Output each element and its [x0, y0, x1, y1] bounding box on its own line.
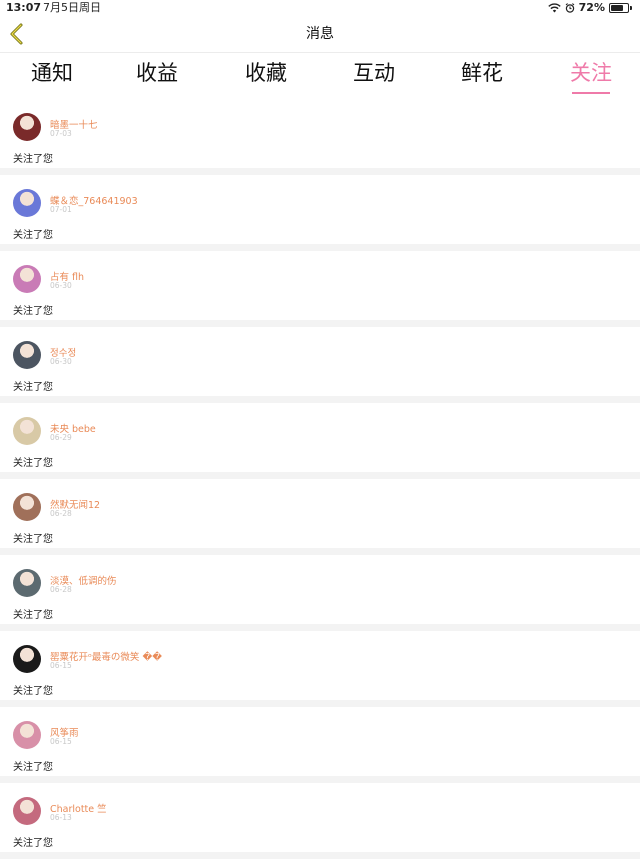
follow-message: 关注了您 [13, 610, 53, 621]
avatar[interactable] [13, 493, 41, 521]
battery-percent: 72% [578, 1, 605, 14]
follow-date: 06-15 [50, 661, 72, 670]
list-item[interactable]: 暗墨一十七 07-03 关注了您 [0, 99, 640, 168]
follow-date: 06-29 [50, 433, 72, 442]
page-title: 消息 [306, 26, 334, 42]
battery-icon [609, 3, 629, 13]
tab-notifications[interactable]: 通知 [0, 53, 104, 99]
list-item[interactable]: 罂粟花开ᵒ最毒の微笑 �� 06-15 关注了您 [0, 631, 640, 700]
follow-date: 06-15 [50, 737, 72, 746]
wifi-icon [547, 3, 561, 13]
follow-message: 关注了您 [13, 306, 53, 317]
follow-date: 06-30 [50, 357, 72, 366]
follow-message: 关注了您 [13, 686, 53, 697]
alarm-icon [565, 3, 575, 13]
follow-message: 关注了您 [13, 230, 53, 241]
follow-message: 关注了您 [13, 838, 53, 849]
avatar[interactable] [13, 645, 41, 673]
battery-tip [630, 6, 632, 10]
tab-interactions[interactable]: 互动 [322, 53, 426, 99]
follow-date: 07-01 [50, 205, 72, 214]
battery-level [611, 5, 623, 11]
status-time: 13:07 [6, 1, 42, 14]
follow-message: 关注了您 [13, 154, 53, 165]
list-item[interactable]: Charlotte 竺 06-13 关注了您 [0, 783, 640, 852]
tab-follows[interactable]: 关注 [539, 53, 640, 99]
nav-bar: 消息 [0, 16, 640, 53]
follow-date: 06-28 [50, 509, 72, 518]
avatar[interactable] [13, 721, 41, 749]
follow-list: 暗墨一十七 07-03 关注了您 蝶＆恋_764641903 07-01 关注了您 占有 f… [0, 99, 640, 859]
follow-message: 关注了您 [13, 458, 53, 469]
active-tab-indicator [572, 92, 610, 94]
avatar[interactable] [13, 341, 41, 369]
follow-date: 06-30 [50, 281, 72, 290]
follow-message: 关注了您 [13, 382, 53, 393]
list-item[interactable]: 然默无闻12 06-28 关注了您 [0, 479, 640, 548]
avatar[interactable] [13, 113, 41, 141]
avatar[interactable] [13, 189, 41, 217]
list-item[interactable]: 蝶＆恋_764641903 07-01 关注了您 [0, 175, 640, 244]
status-bar: 13:07 7月5日周日 72% [0, 0, 640, 16]
follow-message: 关注了您 [13, 762, 53, 773]
tab-earnings[interactable]: 收益 [105, 53, 209, 99]
avatar[interactable] [13, 569, 41, 597]
follow-date: 06-13 [50, 813, 72, 822]
avatar[interactable] [13, 417, 41, 445]
list-item[interactable]: 淡漠、低调的伤 06-28 关注了您 [0, 555, 640, 624]
follow-date: 07-03 [50, 129, 72, 138]
status-date: 7月5日周日 [43, 1, 101, 14]
list-item[interactable]: 未央 bebe 06-29 关注了您 [0, 403, 640, 472]
tab-bar: 通知 收益 收藏 互动 鲜花 关注 [0, 53, 640, 99]
list-item[interactable]: 风筝雨 06-15 关注了您 [0, 707, 640, 776]
tab-favorites[interactable]: 收藏 [214, 53, 318, 99]
tab-follows-label: 关注 [570, 61, 612, 85]
follow-date: 06-28 [50, 585, 72, 594]
list-item[interactable]: 占有 flh 06-30 关注了您 [0, 251, 640, 320]
list-item[interactable]: 정수정 06-30 关注了您 [0, 327, 640, 396]
avatar[interactable] [13, 797, 41, 825]
status-right: 72% [547, 0, 632, 16]
tab-flowers[interactable]: 鲜花 [430, 53, 534, 99]
avatar[interactable] [13, 265, 41, 293]
follow-message: 关注了您 [13, 534, 53, 545]
